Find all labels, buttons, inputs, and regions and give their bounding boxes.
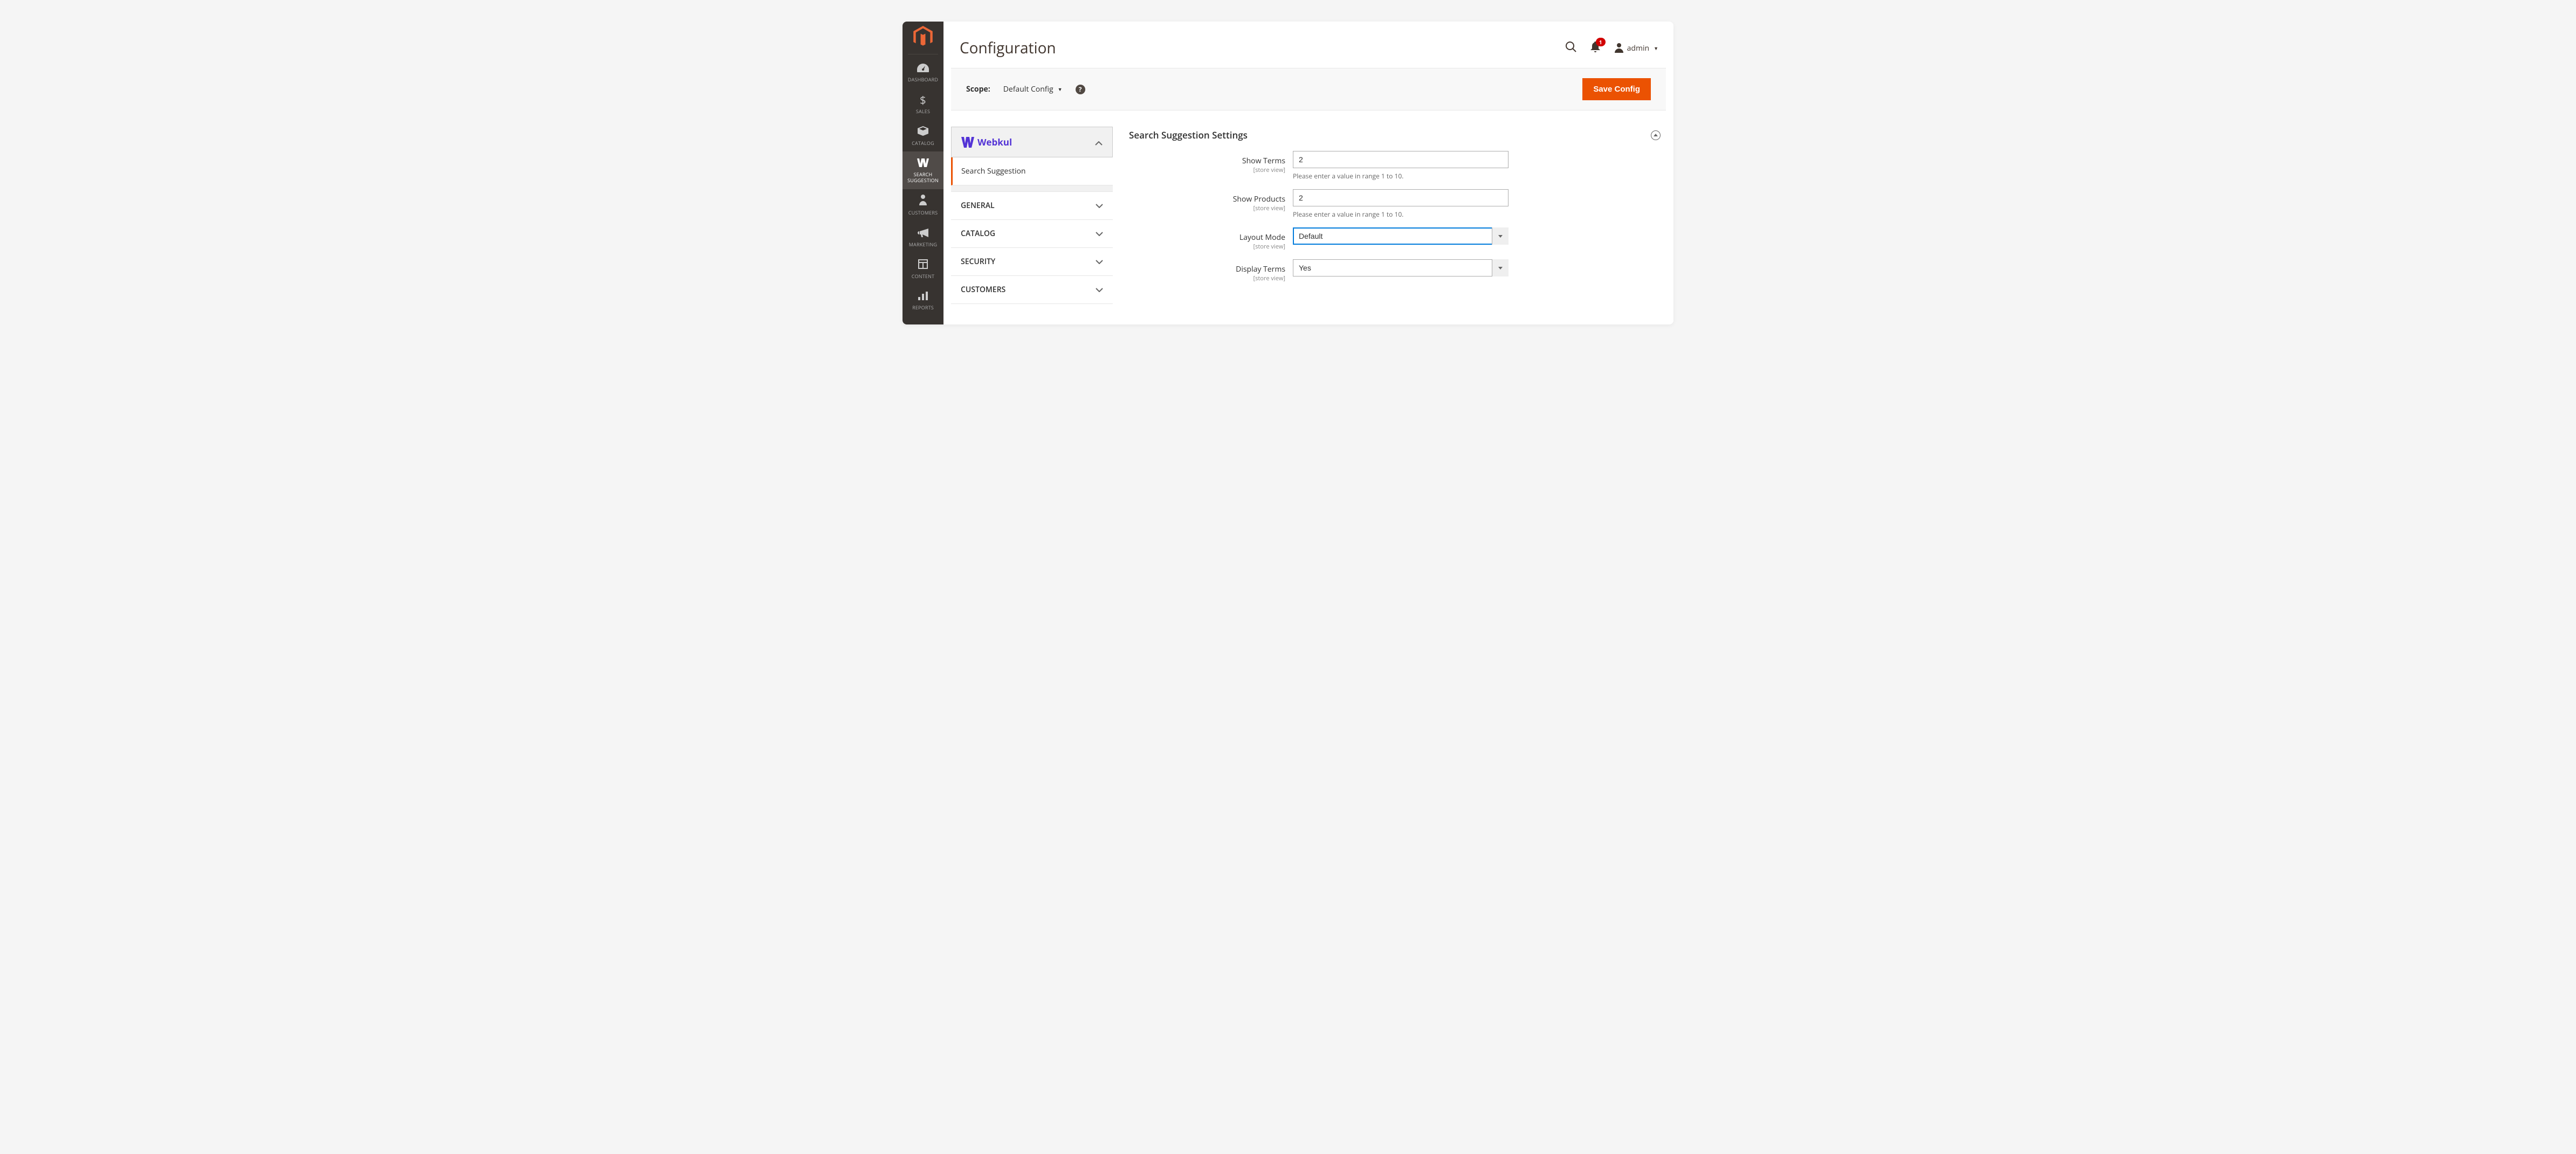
- chevron-down-icon: [1096, 201, 1103, 211]
- scope-value: Default Config: [1003, 84, 1053, 94]
- config-content: Webkul Search Suggestion GENERAL CATALOG: [943, 110, 1673, 324]
- field-display-terms: Display Terms [store view] Yes: [1129, 259, 1666, 282]
- sidebar-item-content[interactable]: CONTENT: [903, 253, 943, 285]
- person-icon: [919, 195, 927, 208]
- search-icon[interactable]: [1566, 41, 1576, 56]
- chevron-down-icon: [1096, 285, 1103, 295]
- section-header[interactable]: Search Suggestion Settings: [1129, 127, 1666, 151]
- box-icon: [918, 126, 928, 139]
- page-title: Configuration: [960, 38, 1056, 58]
- field-show-terms: Show Terms [store view] Please enter a v…: [1129, 151, 1666, 181]
- sidebar-item-dashboard[interactable]: DASHBOARD: [903, 57, 943, 88]
- field-layout-mode: Layout Mode [store view] Default: [1129, 227, 1666, 251]
- chevron-down-icon: ▼: [1058, 86, 1063, 93]
- notifications-icon[interactable]: 1: [1590, 41, 1600, 56]
- collapse-icon: [1651, 130, 1661, 140]
- sidebar-item-label: DASHBOARD: [908, 77, 938, 83]
- field-label: Show Terms: [1242, 156, 1285, 166]
- sidebar-item-label: CONTENT: [912, 274, 935, 280]
- sidebar-item-sales[interactable]: $ SALES: [903, 88, 943, 120]
- scope-label: Scope:: [966, 84, 990, 94]
- sidebar-item-label: CATALOG: [912, 141, 934, 147]
- sidebar-item-reports[interactable]: REPORTS: [903, 285, 943, 316]
- header-actions: 1 admin ▼: [1566, 41, 1658, 56]
- sidebar-item-label: REPORTS: [912, 305, 934, 311]
- show-terms-input[interactable]: [1293, 151, 1509, 168]
- chevron-down-icon: [1096, 229, 1103, 239]
- user-icon: [1614, 43, 1624, 53]
- sidebar-item-label: SEARCH SUGGESTION: [904, 172, 942, 184]
- scope-selector[interactable]: Default Config ▼: [1003, 84, 1063, 94]
- megaphone-icon: [918, 227, 928, 240]
- field-label: Layout Mode: [1239, 232, 1285, 243]
- webkul-logo-icon: [961, 137, 974, 148]
- webkul-w-icon: [917, 157, 929, 170]
- scope-hint: [store view]: [1129, 166, 1285, 174]
- field-label: Show Products: [1233, 194, 1285, 204]
- webkul-brand: Webkul: [961, 136, 1012, 148]
- bar-chart-icon: [918, 290, 928, 303]
- admin-sidebar: DASHBOARD $ SALES CATALOG SEARCH SUGGEST…: [903, 22, 943, 324]
- scope-hint: [store view]: [1129, 274, 1285, 282]
- field-label: Display Terms: [1236, 264, 1285, 274]
- app-window: DASHBOARD $ SALES CATALOG SEARCH SUGGEST…: [903, 22, 1673, 324]
- settings-panel: Search Suggestion Settings Show Terms [s…: [1129, 127, 1666, 324]
- field-note: Please enter a value in range 1 to 10.: [1293, 210, 1509, 219]
- scope-hint: [store view]: [1129, 243, 1285, 251]
- sidebar-item-label: CUSTOMERS: [908, 210, 938, 216]
- magento-logo[interactable]: [908, 22, 938, 54]
- sidebar-item-search-suggestion[interactable]: SEARCH SUGGESTION: [903, 151, 943, 189]
- config-tab-catalog[interactable]: CATALOG: [951, 220, 1113, 248]
- config-subtab-search-suggestion[interactable]: Search Suggestion: [951, 157, 1113, 185]
- display-terms-select[interactable]: Yes: [1293, 259, 1509, 277]
- sidebar-item-customers[interactable]: CUSTOMERS: [903, 189, 943, 222]
- page-header: Configuration 1 admin ▼: [943, 22, 1673, 68]
- config-tab-customers[interactable]: CUSTOMERS: [951, 276, 1113, 304]
- show-products-input[interactable]: [1293, 189, 1509, 206]
- chevron-down-icon: ▼: [1654, 45, 1658, 52]
- sidebar-item-marketing[interactable]: MARKETING: [903, 222, 943, 253]
- main-content: Configuration 1 admin ▼ Scope:: [943, 22, 1673, 324]
- save-config-button[interactable]: Save Config: [1582, 78, 1651, 100]
- chevron-down-icon: [1096, 257, 1103, 267]
- section-title: Search Suggestion Settings: [1129, 129, 1248, 141]
- notification-badge: 1: [1596, 38, 1606, 46]
- chevron-up-icon: [1095, 136, 1103, 148]
- account-label: admin: [1627, 43, 1649, 53]
- layout-mode-select[interactable]: Default: [1293, 227, 1509, 245]
- gauge-icon: [917, 62, 929, 75]
- sidebar-item-catalog[interactable]: CATALOG: [903, 120, 943, 152]
- help-icon[interactable]: ?: [1076, 85, 1085, 94]
- scope-bar: Scope: Default Config ▼ ? Save Config: [951, 68, 1666, 110]
- config-nav: Webkul Search Suggestion GENERAL CATALOG: [951, 127, 1113, 324]
- config-tab-security[interactable]: SECURITY: [951, 248, 1113, 276]
- config-tab-general[interactable]: GENERAL: [951, 192, 1113, 220]
- sidebar-item-label: SALES: [916, 109, 930, 115]
- account-menu[interactable]: admin ▼: [1614, 43, 1658, 53]
- layout-icon: [918, 259, 928, 272]
- scope-hint: [store view]: [1129, 204, 1285, 212]
- sidebar-item-label: MARKETING: [909, 242, 937, 248]
- dollar-icon: $: [920, 94, 926, 107]
- config-tab-webkul[interactable]: Webkul: [951, 127, 1113, 157]
- field-show-products: Show Products [store view] Please enter …: [1129, 189, 1666, 219]
- field-note: Please enter a value in range 1 to 10.: [1293, 171, 1509, 181]
